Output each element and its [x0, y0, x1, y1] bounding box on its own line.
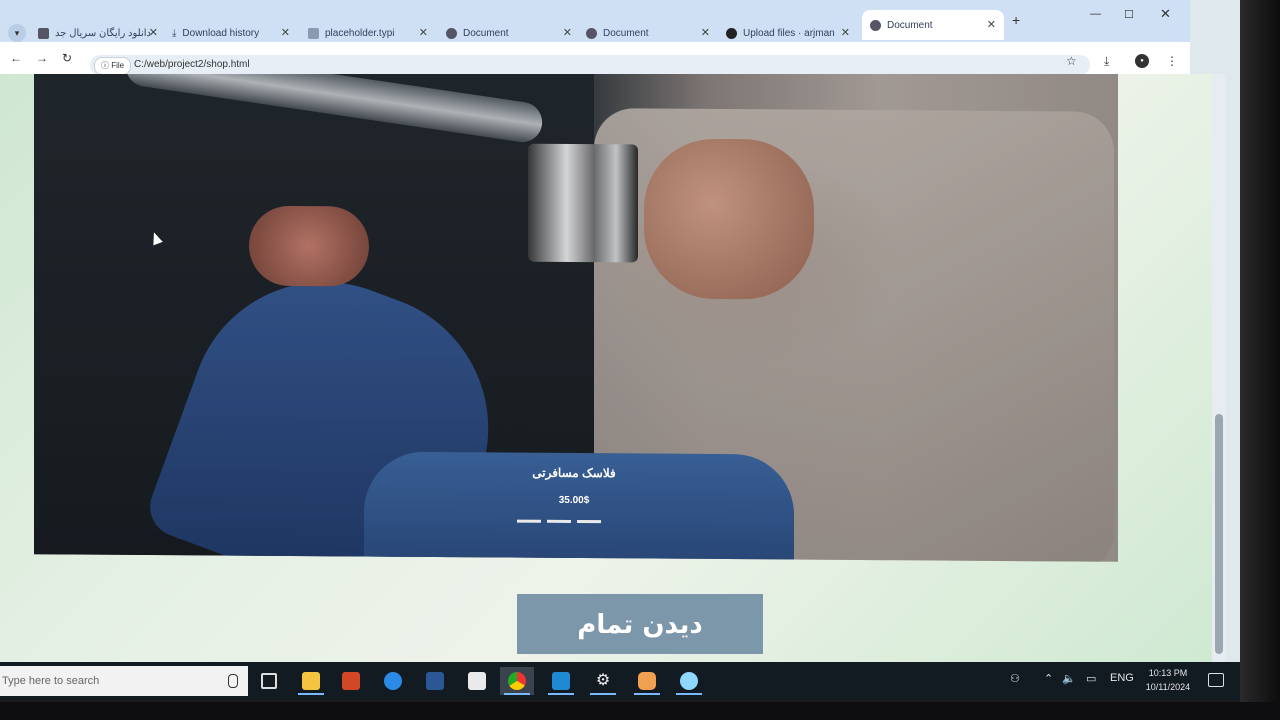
menu-kebab-icon[interactable]: ⋮ — [1166, 54, 1178, 68]
window-close-icon[interactable]: ✕ — [1160, 6, 1171, 22]
tab-title: دانلود رایگان سریال جد — [55, 27, 152, 39]
url-text[interactable]: C:/web/project2/shop.html — [134, 59, 250, 70]
reload-icon[interactable]: ↻ — [62, 51, 72, 65]
downloads-icon[interactable]: ⤓ — [1104, 54, 1109, 69]
chrome-icon[interactable] — [500, 667, 534, 695]
tab-document-active[interactable]: Document ✕ — [862, 10, 1004, 40]
close-icon[interactable]: ✕ — [987, 18, 996, 31]
taskbar-clock[interactable]: 10:13 PM 10/11/2024 — [1138, 666, 1198, 694]
close-icon[interactable]: ✕ — [563, 26, 572, 39]
profile-avatar[interactable]: ● — [1135, 54, 1149, 68]
tab-title: placeholder.typi — [325, 27, 395, 39]
windows-taskbar: Type here to search ⚙ ⚇ ⌃ 🔈 ▭ ENG 10:13 … — [0, 662, 1245, 700]
store-icon[interactable] — [460, 667, 494, 695]
language-indicator[interactable]: ENG — [1110, 672, 1134, 684]
globe-app-icon[interactable] — [672, 667, 706, 695]
carousel-indicator[interactable] — [547, 519, 571, 523]
globe-icon — [586, 27, 597, 39]
close-icon[interactable]: ✕ — [841, 26, 850, 39]
close-icon[interactable]: ✕ — [419, 26, 428, 39]
page-viewport: فلاسک مسافرتی 35.00$ دیدن تمام محصولات — [0, 74, 1212, 662]
carousel-indicators — [517, 519, 601, 524]
close-icon[interactable]: ✕ — [281, 26, 290, 39]
tab-strip: ▾ دانلود رایگان سریال جد ✕ ⤓ Download hi… — [0, 0, 1190, 42]
site-favicon-icon — [38, 27, 49, 39]
tab-title: Document — [603, 27, 649, 39]
scrollbar-thumb[interactable] — [1215, 414, 1223, 654]
browser-toolbar: ← → ↻ ⓘ File C:/web/project2/shop.html ☆… — [0, 42, 1190, 75]
monitor-bezel-bottom — [0, 702, 1280, 720]
site-info-chip[interactable]: ⓘ File — [94, 57, 132, 75]
view-all-products-button[interactable]: دیدن تمام محصولات — [517, 594, 763, 654]
taskbar-search-input[interactable]: Type here to search — [0, 666, 248, 696]
tab-title: Document — [887, 19, 933, 31]
back-icon[interactable]: ← — [10, 51, 22, 65]
product-name: فلاسک مسافرتی — [532, 465, 616, 481]
carousel-indicator[interactable] — [577, 520, 601, 524]
forward-icon[interactable]: → — [36, 51, 48, 65]
code-icon — [308, 27, 319, 39]
network-icon[interactable]: ▭ — [1086, 672, 1096, 685]
edge-icon[interactable] — [376, 667, 410, 695]
globe-icon — [446, 27, 457, 39]
address-bar[interactable]: ⓘ File C:/web/project2/shop.html — [90, 55, 1090, 75]
minimize-icon[interactable]: — — [1090, 8, 1101, 20]
tab-placeholder[interactable]: placeholder.typi ✕ — [308, 22, 428, 44]
tab-download-site[interactable]: دانلود رایگان سریال جد ✕ — [38, 22, 158, 44]
tab-title: Document — [463, 27, 509, 39]
tab-document-2[interactable]: Document ✕ — [586, 22, 710, 44]
word-icon[interactable] — [418, 667, 452, 695]
hero-overlay — [34, 74, 1118, 562]
tab-github-upload[interactable]: Upload files · arjman ✕ — [726, 22, 850, 44]
task-view-icon[interactable] — [252, 667, 286, 695]
maximize-icon[interactable]: ☐ — [1124, 8, 1134, 21]
globe-icon — [870, 19, 881, 31]
new-tab-button[interactable]: + — [1012, 12, 1020, 28]
close-icon[interactable]: ✕ — [701, 26, 710, 39]
carousel-indicator[interactable] — [517, 519, 541, 523]
powerpoint-icon[interactable] — [334, 667, 368, 695]
clock-time: 10:13 PM — [1148, 668, 1188, 678]
tab-search-button[interactable]: ▾ — [8, 24, 26, 42]
microphone-icon[interactable] — [228, 674, 238, 688]
monitor-bezel-right — [1240, 0, 1280, 720]
paint-app-icon[interactable] — [630, 667, 664, 695]
hero-carousel[interactable]: فلاسک مسافرتی 35.00$ — [34, 74, 1118, 562]
tab-title: Upload files · arjman — [743, 27, 835, 39]
tab-download-history[interactable]: ⤓ Download history ✕ — [172, 22, 290, 44]
volume-icon[interactable]: 🔈 — [1062, 672, 1076, 685]
chip-label: File — [111, 61, 125, 70]
people-icon[interactable]: ⚇ — [1010, 672, 1020, 685]
tab-document-1[interactable]: Document ✕ — [446, 22, 572, 44]
clock-date: 10/11/2024 — [1145, 682, 1191, 692]
page-scrollbar[interactable] — [1212, 74, 1226, 662]
settings-gear-icon[interactable]: ⚙ — [586, 667, 620, 695]
download-icon: ⤓ — [172, 27, 177, 39]
vscode-icon[interactable] — [544, 667, 578, 695]
tab-title: Download history — [182, 27, 260, 39]
file-explorer-icon[interactable] — [294, 667, 328, 695]
bookmark-star-icon[interactable]: ☆ — [1066, 54, 1077, 68]
show-hidden-icons-chevron-icon[interactable]: ⌃ — [1044, 672, 1053, 685]
search-placeholder: Type here to search — [2, 675, 100, 687]
notification-icon[interactable] — [1208, 673, 1224, 687]
github-icon — [726, 27, 737, 39]
product-price: 35.00$ — [558, 494, 590, 507]
monitor-screen: ▾ دانلود رایگان سریال جد ✕ ⤓ Download hi… — [0, 0, 1245, 700]
close-icon[interactable]: ✕ — [149, 26, 158, 39]
